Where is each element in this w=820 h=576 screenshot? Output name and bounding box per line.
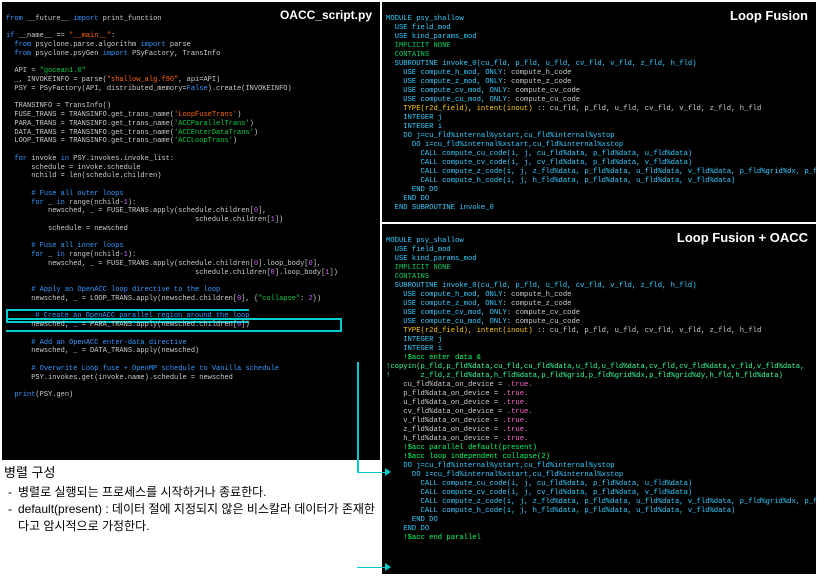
highlighted-code-region: # Create an OpenACC parallel region arou…	[6, 309, 342, 332]
fortran-loop-fusion-oacc-panel: Loop Fusion + OACC MODULE psy_shallow US…	[382, 224, 816, 574]
korean-title: 병렬 구성	[4, 464, 378, 482]
python-code-panel: OACC_script.py from __future__ import pr…	[2, 2, 380, 460]
korean-description: 병렬 구성 병렬로 실행되는 프로세스를 시작하거나 종료한다. default…	[4, 464, 378, 535]
tr-panel-title: Loop Fusion	[726, 6, 812, 25]
fortran-loop-fusion-panel: Loop Fusion MODULE psy_shallow USE field…	[382, 2, 816, 222]
left-panel-title: OACC_script.py	[276, 6, 376, 24]
br-panel-title: Loop Fusion + OACC	[673, 228, 812, 247]
arrow-to-end-parallel	[357, 362, 387, 567]
korean-item-2: default(present) : 데이터 절에 지정되지 않은 비스칼라 데…	[4, 501, 378, 535]
fortran-code-br: MODULE psy_shallow USE field_mod USE kin…	[382, 224, 816, 547]
korean-item-1: 병렬로 실행되는 프로세스를 시작하거나 종료한다.	[4, 484, 378, 501]
python-code: from __future__ import print_function if…	[2, 2, 380, 404]
fortran-code-tr: MODULE psy_shallow USE field_mod USE kin…	[382, 2, 816, 217]
